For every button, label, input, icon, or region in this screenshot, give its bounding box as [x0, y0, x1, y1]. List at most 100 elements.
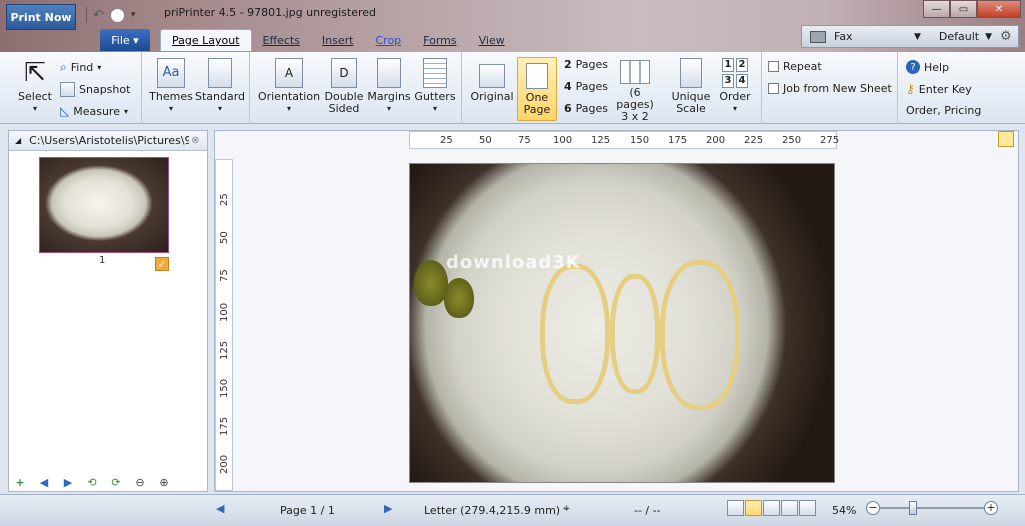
- zoom-minus-icon[interactable]: −: [866, 501, 880, 515]
- tab-file[interactable]: File ▾: [100, 29, 150, 51]
- rotate-left-icon[interactable]: ⟲: [85, 475, 99, 489]
- ribbon-tabs: File ▾ Page Layout Effects Insert Crop F…: [100, 29, 516, 51]
- lock-icon[interactable]: [998, 131, 1014, 147]
- grid-label-b: 3 x 2: [621, 110, 649, 123]
- tab-insert[interactable]: Insert: [311, 29, 365, 51]
- six-pages-button[interactable]: 6 Pages: [564, 102, 608, 115]
- noodle-shape: [540, 264, 610, 404]
- pickle-shape: [414, 260, 448, 306]
- zoom-plus-icon[interactable]: +: [984, 501, 998, 515]
- tab-page-layout[interactable]: Page Layout: [160, 29, 252, 51]
- zoom-in-icon[interactable]: ⊕: [157, 475, 171, 489]
- title-bar: Print Now ↶ ▾ priPrinter 4.5 - 97801.jpg…: [0, 0, 1025, 52]
- noodle-shape: [660, 260, 740, 410]
- chevron-down-icon[interactable]: ▾: [131, 10, 136, 20]
- chevron-down-icon[interactable]: ▼: [914, 32, 921, 42]
- print-now-button[interactable]: Print Now: [6, 4, 76, 30]
- tab-effects[interactable]: Effects: [252, 29, 311, 51]
- unique-scale-label: Unique Scale: [671, 90, 711, 115]
- collapse-triangle-icon[interactable]: ◢: [15, 136, 21, 145]
- unique-scale-button[interactable]: Unique Scale: [668, 58, 714, 115]
- two-pages-button[interactable]: 2 Pages: [564, 58, 608, 71]
- themes-button[interactable]: Aa Themes ▾: [148, 58, 194, 115]
- one-page-button[interactable]: One Page: [517, 57, 557, 121]
- ruler-label: 125: [591, 135, 611, 146]
- ruler-label: 125: [219, 340, 230, 360]
- printer-selector[interactable]: Fax ▼ Default ▼ ⚙: [801, 25, 1019, 48]
- two-pages-number: 2: [564, 58, 572, 71]
- order-pricing-link[interactable]: Order, Pricing: [906, 104, 981, 117]
- chevron-down-icon: ▾: [97, 63, 102, 72]
- snapshot-button[interactable]: Snapshot: [60, 82, 130, 97]
- next-page-icon[interactable]: ▶: [384, 502, 392, 515]
- standard-button[interactable]: Standard ▾: [194, 58, 246, 115]
- arrow-left-icon[interactable]: ◀: [37, 475, 51, 489]
- ribbon-group-page-setup: A Orientation ▾ D Double Sided Margins ▾…: [250, 52, 462, 124]
- grid-label-a: (6 pages): [616, 86, 654, 111]
- page-preview-image[interactable]: download3K: [409, 163, 835, 483]
- gutters-button[interactable]: Gutters ▾: [412, 58, 458, 115]
- zoom-slider-knob[interactable]: [909, 501, 918, 515]
- prev-page-icon[interactable]: ◀: [216, 502, 224, 515]
- ruler-label: 150: [219, 378, 230, 398]
- chevron-down-icon[interactable]: ▼: [985, 32, 992, 42]
- photo-watermark: download3K: [446, 252, 581, 273]
- repeat-label: Repeat: [783, 60, 822, 73]
- maximize-button[interactable]: ▭: [950, 0, 977, 18]
- ribbon-group-options: Repeat Job from New Sheet: [762, 52, 898, 124]
- find-button[interactable]: ⌕ Find ▾: [60, 60, 101, 75]
- view-single-button[interactable]: [727, 500, 744, 516]
- file-path: C:\Users\Aristotelis\Pictures\9...: [29, 134, 190, 147]
- view-page-button[interactable]: [745, 500, 762, 516]
- ruler-label: 175: [219, 416, 230, 436]
- double-sided-button[interactable]: D Double Sided: [322, 58, 366, 115]
- gear-icon[interactable]: ⚙: [1000, 29, 1012, 44]
- page-indicator: Page 1 / 1: [280, 504, 335, 517]
- job-new-sheet-checkbox[interactable]: Job from New Sheet: [768, 82, 892, 95]
- minimize-button[interactable]: —: [923, 0, 950, 18]
- tab-view[interactable]: View: [468, 29, 516, 51]
- order-button[interactable]: 1 2 3 4 Order ▾: [714, 58, 756, 115]
- printer-profile[interactable]: Default: [939, 30, 979, 43]
- help-button[interactable]: ? Help: [906, 60, 949, 74]
- zoom-out-icon[interactable]: ⊖: [133, 475, 147, 489]
- undo-icon[interactable]: ↶: [93, 8, 104, 23]
- job-new-sheet-check[interactable]: [768, 83, 779, 94]
- chevron-down-icon: ▾: [386, 104, 391, 113]
- repeat-check[interactable]: [768, 61, 779, 72]
- ruler-label: 75: [518, 135, 531, 146]
- original-button[interactable]: Original: [468, 64, 516, 103]
- chevron-down-icon: ▾: [32, 104, 37, 113]
- ruler-label: 50: [479, 135, 492, 146]
- binoculars-icon: ⌕: [60, 60, 67, 74]
- tab-crop[interactable]: Crop: [364, 29, 412, 51]
- repeat-checkbox[interactable]: Repeat: [768, 60, 822, 73]
- enter-key-button[interactable]: ⚷ Enter Key: [906, 82, 972, 96]
- select-button[interactable]: ⇱ Select ▾: [16, 58, 54, 115]
- close-button[interactable]: ✕: [977, 0, 1021, 18]
- circle-icon[interactable]: [109, 7, 125, 23]
- view-grid-button[interactable]: [799, 500, 816, 516]
- thumbnail-checkbox[interactable]: ✓: [155, 257, 169, 271]
- page-stack-icon: [208, 58, 232, 88]
- margins-button[interactable]: Margins ▾: [366, 58, 412, 115]
- orientation-button[interactable]: A Orientation ▾: [256, 58, 322, 115]
- zoom-slider[interactable]: − +: [866, 501, 998, 515]
- add-page-icon[interactable]: +: [13, 475, 27, 489]
- zoom-level: 54%: [832, 504, 857, 517]
- rotate-right-icon[interactable]: ⟳: [109, 475, 123, 489]
- view-rows-button[interactable]: [763, 500, 780, 516]
- view-two-page-button[interactable]: [781, 500, 798, 516]
- multi-page-grid-button[interactable]: (6 pages) 3 x 2: [610, 60, 660, 123]
- arrow-right-icon[interactable]: ▶: [61, 475, 75, 489]
- four-pages-button[interactable]: 4 Pages: [564, 80, 608, 93]
- window-controls: — ▭ ✕: [923, 0, 1021, 18]
- double-sided-icon: D: [331, 58, 357, 88]
- help-icon: ?: [906, 60, 920, 74]
- tab-forms[interactable]: Forms: [412, 29, 467, 51]
- page-thumbnail[interactable]: [39, 157, 169, 253]
- ruler-label: 175: [668, 135, 688, 146]
- preview-canvas[interactable]: 25 50 75 100 125 150 175 200 225 250 275…: [214, 130, 1019, 492]
- close-icon[interactable]: ⊗: [191, 135, 199, 146]
- measure-button[interactable]: ◺ Measure ▾: [60, 104, 128, 118]
